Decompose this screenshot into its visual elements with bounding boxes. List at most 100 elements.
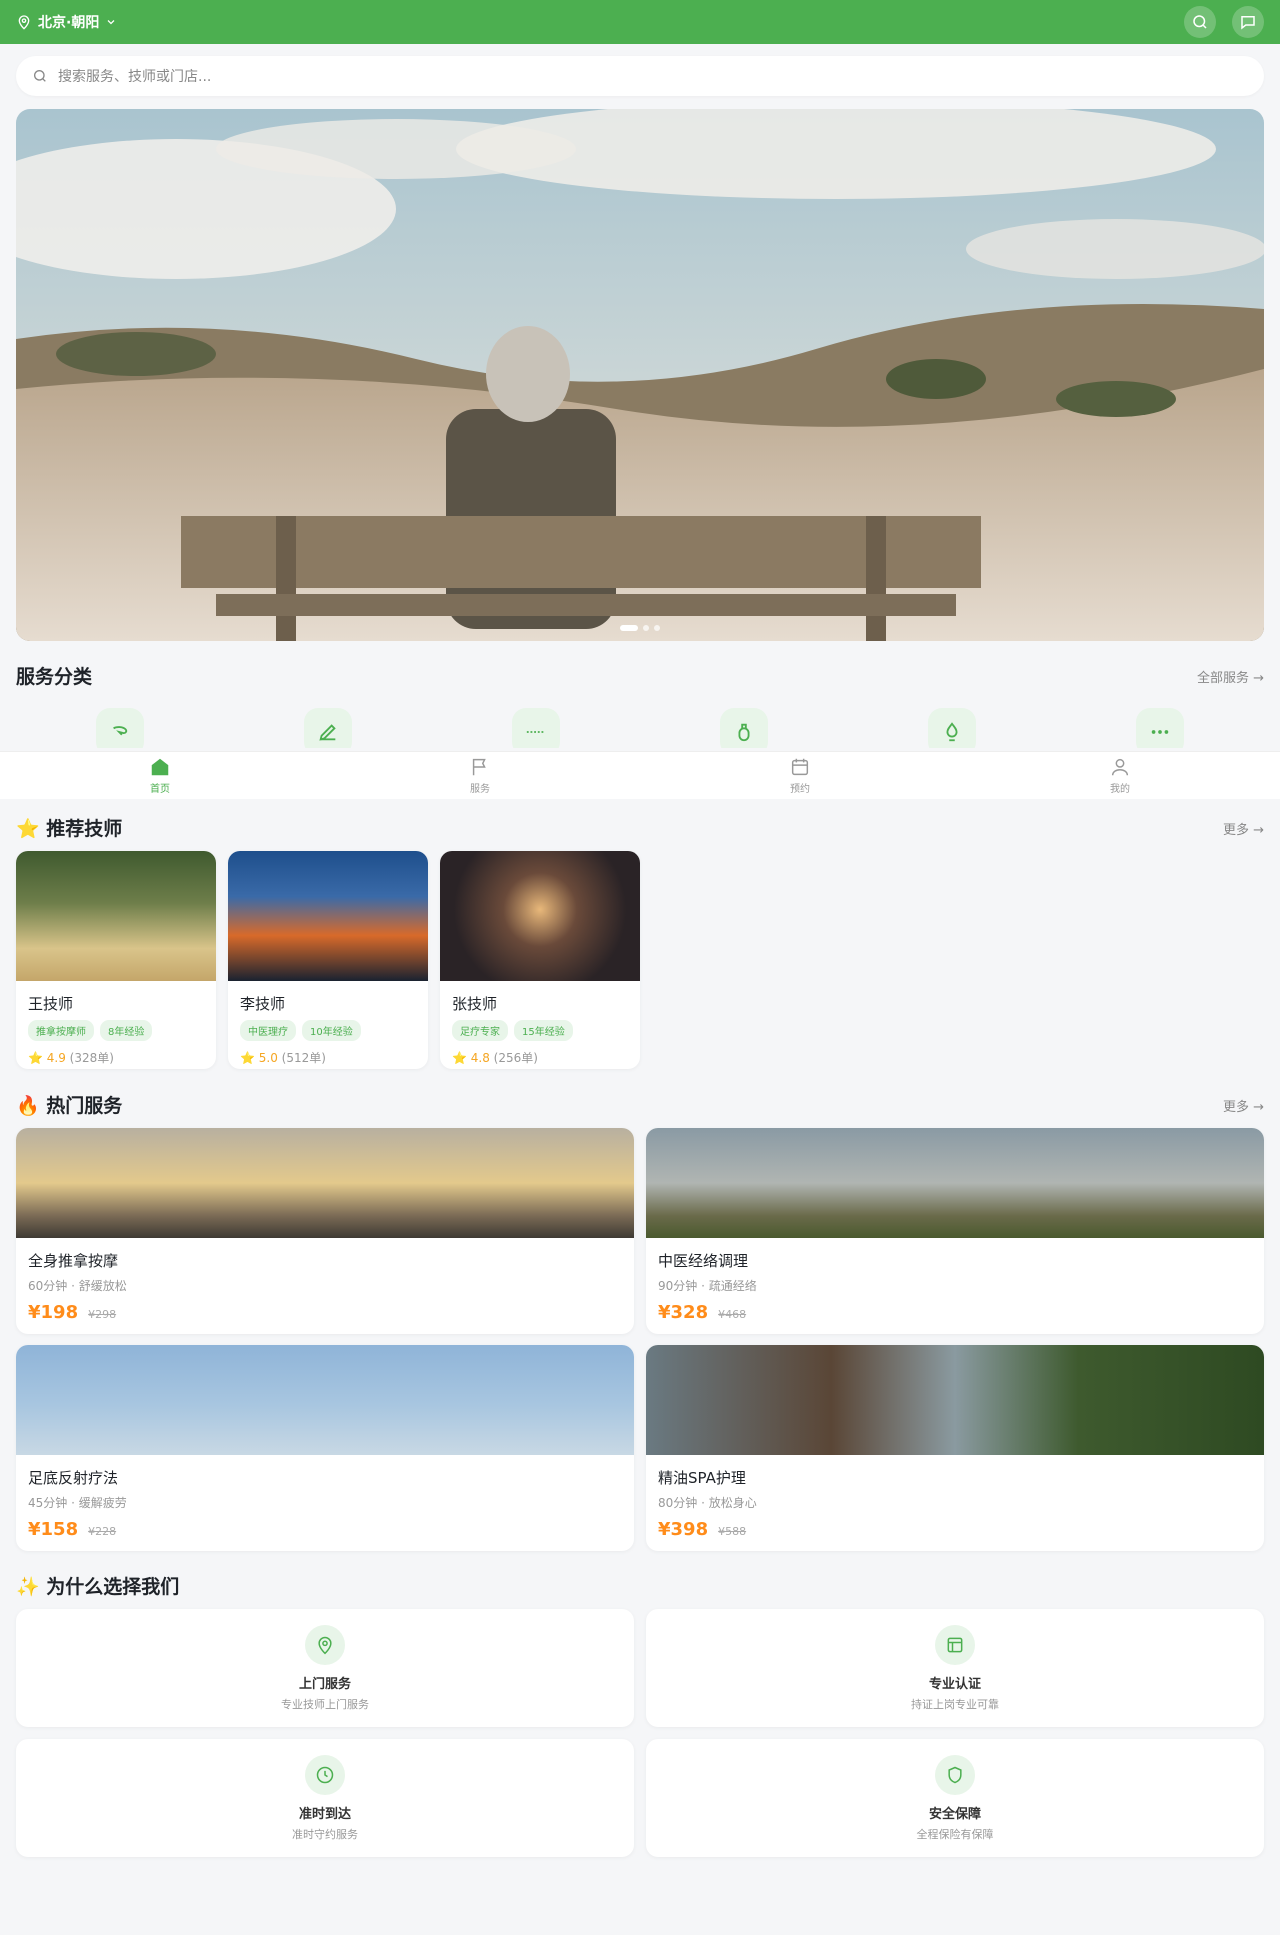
banner-image bbox=[16, 109, 1264, 641]
service-name: 全身推拿按摩 bbox=[28, 1252, 119, 1270]
clock-icon bbox=[316, 1766, 334, 1783]
oil-drop-icon bbox=[946, 722, 958, 742]
rating-count: (512单) bbox=[281, 1051, 326, 1065]
service-card[interactable]: 精油SPA护理 80分钟 · 放松身心 ¥398 ¥588 bbox=[646, 1345, 1264, 1551]
service-image bbox=[646, 1128, 1264, 1238]
therapist-photo bbox=[16, 851, 216, 981]
service-meta: 45分钟 · 缓解疲劳 bbox=[28, 1496, 127, 1510]
therapist-tag: 中医理疗 bbox=[240, 1020, 296, 1041]
service-original-price: ¥468 bbox=[718, 1308, 747, 1321]
flag-icon bbox=[472, 758, 486, 776]
feature-card: 专业认证 持证上岗专业可靠 bbox=[646, 1609, 1264, 1727]
service-card[interactable]: 中医经络调理 90分钟 · 疏通经络 ¥328 ¥468 bbox=[646, 1128, 1264, 1334]
service-card[interactable]: 全身推拿按摩 60分钟 · 舒缓放松 ¥198 ¥298 bbox=[16, 1128, 634, 1334]
service-price: ¥198 bbox=[28, 1302, 79, 1323]
search-input[interactable]: 搜索服务、技师或门店... bbox=[16, 56, 1264, 96]
certificate-icon bbox=[947, 1637, 963, 1652]
bottle-icon bbox=[738, 723, 750, 742]
location-pin-icon bbox=[18, 15, 30, 30]
search-button[interactable] bbox=[1184, 6, 1216, 38]
features-title: ✨ 为什么选择我们 bbox=[16, 1576, 180, 1598]
tab-home[interactable]: 首页 bbox=[0, 752, 320, 799]
rating-count: (328单) bbox=[69, 1051, 114, 1065]
therapist-tag: 推拿按摩师 bbox=[28, 1020, 94, 1041]
category-grid bbox=[16, 708, 1264, 748]
therapist-card[interactable]: 李技师 中医理疗 10年经验 ⭐ 5.0 (512单) bbox=[228, 851, 428, 1069]
search-icon bbox=[1193, 15, 1207, 29]
all-services-link[interactable]: 全部服务 → bbox=[1197, 667, 1264, 686]
service-price: ¥398 bbox=[658, 1519, 709, 1540]
tab-services[interactable]: 服务 bbox=[320, 752, 640, 799]
banner-carousel[interactable] bbox=[16, 109, 1264, 641]
feature-desc: 全程保险有保障 bbox=[916, 1827, 994, 1841]
service-price: ¥328 bbox=[658, 1302, 709, 1323]
location-label: 北京·朝阳 bbox=[38, 15, 100, 31]
therapist-tag: 15年经验 bbox=[514, 1020, 573, 1041]
service-meta: 90分钟 · 疏通经络 bbox=[658, 1279, 757, 1293]
feature-title: 上门服务 bbox=[298, 1676, 351, 1692]
feature-card: 安全保障 全程保险有保障 bbox=[646, 1739, 1264, 1857]
service-meta: 80分钟 · 放松身心 bbox=[658, 1496, 757, 1510]
therapist-rating: ⭐ 4.9 (328单) bbox=[28, 1049, 204, 1066]
category-care[interactable] bbox=[720, 708, 768, 748]
bottom-tab-bar: 首页 服务 预约 我的 bbox=[0, 751, 1280, 799]
carousel-indicator[interactable] bbox=[620, 625, 660, 631]
feature-title: 安全保障 bbox=[928, 1806, 981, 1822]
category-spa[interactable] bbox=[928, 708, 976, 748]
message-button[interactable] bbox=[1232, 6, 1264, 38]
service-price: ¥158 bbox=[28, 1519, 79, 1540]
location-selector[interactable]: 北京·朝阳 bbox=[16, 12, 117, 32]
message-icon bbox=[1241, 16, 1255, 30]
rating-score: ⭐ 4.9 bbox=[28, 1051, 66, 1065]
top-bar: 北京·朝阳 bbox=[0, 0, 1280, 44]
therapist-photo bbox=[440, 851, 640, 981]
pen-icon bbox=[319, 724, 336, 741]
carousel-dot[interactable] bbox=[643, 625, 649, 631]
search-placeholder: 搜索服务、技师或门店... bbox=[58, 69, 212, 85]
massage-icon bbox=[113, 726, 128, 736]
category-foot[interactable] bbox=[512, 708, 560, 748]
tab-profile[interactable]: 我的 bbox=[960, 752, 1280, 799]
dashes-icon bbox=[526, 731, 546, 733]
rating-count: (256单) bbox=[493, 1051, 538, 1065]
calendar-icon bbox=[791, 758, 809, 776]
therapist-name: 王技师 bbox=[28, 995, 74, 1013]
service-name: 足底反射疗法 bbox=[28, 1469, 119, 1487]
service-meta: 60分钟 · 舒缓放松 bbox=[28, 1279, 127, 1293]
tab-label: 首页 bbox=[150, 784, 170, 795]
therapist-tag: 8年经验 bbox=[100, 1020, 153, 1041]
feature-desc: 持证上岗专业可靠 bbox=[911, 1697, 999, 1711]
more-icon bbox=[1151, 730, 1169, 734]
tab-booking[interactable]: 预约 bbox=[640, 752, 960, 799]
therapist-rating: ⭐ 5.0 (512单) bbox=[240, 1049, 416, 1066]
carousel-dot[interactable] bbox=[654, 625, 660, 631]
therapist-card[interactable]: 张技师 足疗专家 15年经验 ⭐ 4.8 (256单) bbox=[440, 851, 640, 1069]
therapist-card[interactable]: 王技师 推拿按摩师 8年经验 ⭐ 4.9 (328单) bbox=[16, 851, 216, 1069]
rating-score: ⭐ 5.0 bbox=[240, 1051, 278, 1065]
category-more[interactable] bbox=[1136, 708, 1184, 748]
category-therapy[interactable] bbox=[304, 708, 352, 748]
tab-label: 服务 bbox=[470, 784, 490, 795]
service-original-price: ¥298 bbox=[88, 1308, 117, 1321]
user-icon bbox=[1111, 758, 1129, 776]
feature-desc: 专业技师上门服务 bbox=[281, 1697, 369, 1711]
therapists-title: ⭐ 推荐技师 bbox=[16, 818, 123, 840]
service-image bbox=[16, 1345, 634, 1455]
therapist-name: 张技师 bbox=[452, 995, 498, 1013]
category-massage[interactable] bbox=[96, 708, 144, 748]
services-title: 🔥 热门服务 bbox=[16, 1095, 123, 1117]
chevron-down-icon bbox=[107, 20, 115, 25]
therapist-tag: 10年经验 bbox=[302, 1020, 361, 1041]
therapist-photo bbox=[228, 851, 428, 981]
therapists-more-link[interactable]: 更多 → bbox=[1223, 819, 1264, 838]
services-more-link[interactable]: 更多 → bbox=[1223, 1096, 1264, 1115]
feature-title: 专业认证 bbox=[928, 1676, 981, 1692]
categories-title: 服务分类 bbox=[16, 666, 93, 688]
feature-card: 准时到达 准时守约服务 bbox=[16, 1739, 634, 1857]
therapist-rating: ⭐ 4.8 (256单) bbox=[452, 1049, 628, 1066]
service-image bbox=[646, 1345, 1264, 1455]
carousel-dot[interactable] bbox=[620, 625, 638, 631]
service-card[interactable]: 足底反射疗法 45分钟 · 缓解疲劳 ¥158 ¥228 bbox=[16, 1345, 634, 1551]
rating-score: ⭐ 4.8 bbox=[452, 1051, 490, 1065]
location-icon bbox=[318, 1636, 332, 1654]
